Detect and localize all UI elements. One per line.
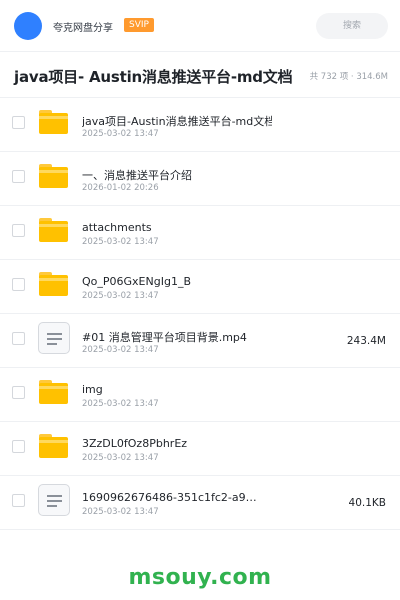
select-checkbox[interactable] — [12, 494, 25, 507]
file-list: java项目-Austin消息推送平台-md文档 2025-03-02 13:47… — [0, 98, 400, 530]
file-list-item[interactable]: 3ZzDL0fOz8PbhrEz 2025-03-02 13:47 — [0, 422, 400, 476]
file-size: 243.4M — [346, 335, 386, 347]
document-icon — [38, 322, 70, 354]
file-date: 2025-03-02 13:47 — [82, 453, 159, 463]
file-date: 2025-03-02 13:47 — [82, 237, 159, 247]
file-list-item[interactable]: img 2025-03-02 13:47 — [0, 368, 400, 422]
file-list-item[interactable]: java项目-Austin消息推送平台-md文档 2025-03-02 13:47 — [0, 98, 400, 152]
folder-icon — [39, 380, 68, 404]
file-name: #01 消息管理平台项目背景.mp4 — [82, 331, 247, 344]
file-name: Qo_P06GxENgIg1_B — [82, 275, 191, 288]
file-list-item[interactable]: Qo_P06GxENgIg1_B 2025-03-02 13:47 — [0, 260, 400, 314]
select-checkbox[interactable] — [12, 170, 25, 183]
file-name: 1690962676486-351c1fc2-a9… — [82, 491, 257, 504]
share-header: 夸克网盘分享 SVIP — [0, 0, 400, 52]
footer: msouy.com — [0, 548, 400, 600]
file-name: java项目-Austin消息推送平台-md文档 — [82, 115, 272, 128]
file-list-item[interactable]: 1690962676486-351c1fc2-a9… 2025-03-02 13:… — [0, 476, 400, 530]
file-date: 2025-03-02 13:47 — [82, 129, 159, 139]
file-list-item[interactable]: #01 消息管理平台项目背景.mp4 2025-03-02 13:47 243.4M — [0, 314, 400, 368]
file-list-item[interactable]: attachments 2025-03-02 13:47 — [0, 206, 400, 260]
avatar[interactable] — [14, 12, 42, 40]
file-name: 一、消息推送平台介绍 — [82, 169, 192, 182]
file-name: 3ZzDL0fOz8PbhrEz — [82, 437, 188, 450]
document-icon — [38, 484, 70, 516]
select-checkbox[interactable] — [12, 116, 25, 129]
file-name: img — [82, 383, 103, 396]
folder-icon — [39, 218, 68, 242]
file-date: 2025-03-02 13:47 — [82, 345, 159, 355]
folder-icon — [39, 434, 68, 458]
search-input[interactable] — [316, 13, 388, 39]
folder-icon — [39, 164, 68, 188]
folder-icon — [39, 272, 68, 296]
folder-icon — [39, 110, 68, 134]
file-size: 40.1KB — [348, 497, 386, 509]
file-list-item[interactable]: 一、消息推送平台介绍 2026-01-02 20:26 — [0, 152, 400, 206]
folder-title-bar: java项目- Austin消息推送平台-md文档 共 732 项 · 314.… — [0, 52, 400, 98]
page-title: java项目- Austin消息推送平台-md文档 — [14, 68, 293, 86]
file-date: 2025-03-02 13:47 — [82, 291, 159, 301]
file-date: 2025-03-02 13:47 — [82, 507, 159, 517]
svip-badge: SVIP — [124, 18, 154, 32]
select-checkbox[interactable] — [12, 332, 25, 345]
file-name: attachments — [82, 221, 152, 234]
watermark-text: msouy.com — [128, 565, 272, 590]
item-count-summary: 共 732 项 · 314.6M — [309, 72, 388, 82]
select-checkbox[interactable] — [12, 224, 25, 237]
file-date: 2026-01-02 20:26 — [82, 183, 159, 193]
select-checkbox[interactable] — [12, 386, 25, 399]
file-date: 2025-03-02 13:47 — [82, 399, 159, 409]
select-checkbox[interactable] — [12, 440, 25, 453]
share-name: 夸克网盘分享 — [53, 23, 113, 34]
select-checkbox[interactable] — [12, 278, 25, 291]
